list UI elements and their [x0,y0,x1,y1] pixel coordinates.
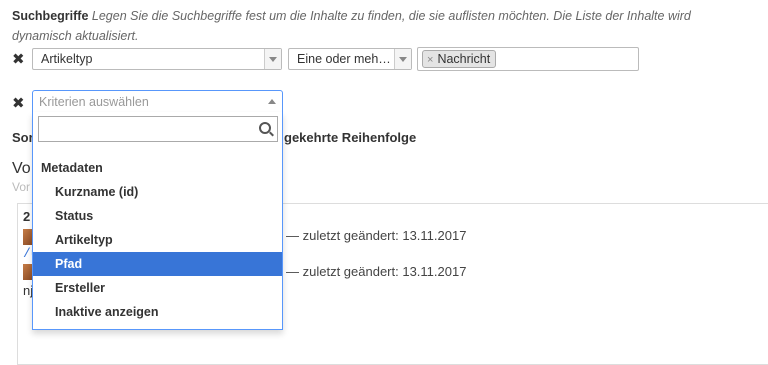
criteria-placeholder: Kriterien auswählen [39,95,149,109]
criterion-field-select[interactable]: Artikeltyp [32,48,282,70]
preview-heading-fragment: Vo [12,160,31,177]
option-short-name[interactable]: Kurzname (id) [33,180,282,204]
panel-row-fragment-1: 2 [23,209,31,224]
option-status[interactable]: Status [33,204,282,228]
remove-criterion-1-icon[interactable]: ✖ [12,52,25,68]
option-show-inactive[interactable]: Inaktive anzeigen [33,300,282,324]
criterion-operator-select[interactable]: Eine oder meh… [288,48,412,70]
criterion-operator-value: Eine oder meh… [297,52,391,66]
search-terms-label: Suchbegriffe [12,9,89,23]
chevron-up-icon [268,99,276,104]
preview-subtext-fragment: Vor [12,180,31,194]
remove-criterion-2-icon[interactable]: ✖ [12,96,25,112]
criteria-select[interactable]: Kriterien auswählen [32,90,283,114]
item-modified-date-1: — zuletzt geändert: 13.11.2017 [286,228,467,243]
dropdown-search-input[interactable] [38,116,278,142]
chevron-down-icon [394,49,411,69]
search-terms-help: Legen Sie die Suchbegriffe fest um die I… [12,9,691,43]
chevron-down-icon [264,49,281,69]
item-modified-date-2: — zuletzt geändert: 13.11.2017 [286,264,467,279]
criterion-values-input[interactable]: × Nachricht [417,47,639,71]
tag-label: Nachricht [437,52,491,66]
option-group-metadata: Metadaten [41,161,103,175]
search-terms-heading: Suchbegriffe Legen Sie die Suchbegriffe … [12,6,752,46]
search-icon [259,122,271,134]
option-creator[interactable]: Ersteller [33,276,282,300]
tag-remove-icon[interactable]: × [427,54,433,66]
sort-label-fragment: Sor [12,130,34,145]
option-article-type[interactable]: Artikeltyp [33,228,282,252]
option-path[interactable]: Pfad [33,252,282,276]
criterion-field-value: Artikeltyp [41,52,93,66]
sort-order-fragment: gekehrte Reihenfolge [284,130,417,145]
criteria-dropdown: Änderungsdatum Metadaten Kurzname (id) S… [32,112,283,330]
value-tag: × Nachricht [422,50,497,68]
